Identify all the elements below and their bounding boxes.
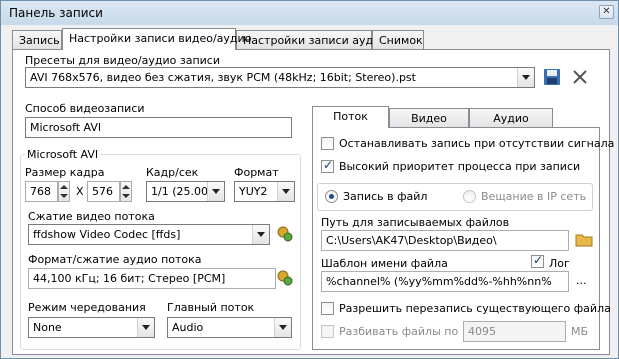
allow-overwrite-checkbox[interactable]: [321, 302, 334, 315]
audio-compression-label: Формат/сжатие аудио потока: [28, 253, 202, 266]
stop-on-no-signal-label: Останавливать запись при отсутствии сигн…: [339, 137, 615, 150]
split-size-value: 4095: [468, 325, 496, 338]
master-stream-label: Главный поток: [167, 301, 255, 314]
chevron-down-icon: [137, 318, 154, 337]
window-title: Панель записи: [9, 6, 103, 20]
subtab-audio[interactable]: Аудио: [469, 108, 553, 128]
format-value: YUY2: [239, 185, 268, 198]
frame-size-label: Размер кадра: [25, 166, 105, 179]
chevron-down-icon: [274, 318, 291, 337]
method-label: Способ видеозаписи: [25, 102, 145, 115]
split-files-label: Разбивать файлы по: [339, 325, 459, 338]
fps-label: Кадр/сек: [146, 166, 199, 179]
floppy-disk-icon: [544, 69, 560, 85]
tab-audio-settings[interactable]: Настройки записи аудио: [236, 30, 387, 50]
record-to-file-radio[interactable]: [325, 190, 338, 203]
close-icon: [573, 70, 587, 84]
interleave-select[interactable]: None: [28, 317, 155, 338]
broadcast-ip-label: Вещание в IP сеть: [481, 190, 587, 203]
log-checkbox[interactable]: [531, 253, 544, 268]
chevron-down-icon: [517, 68, 534, 87]
log-label: Лог: [549, 257, 570, 270]
template-options-button[interactable]: ...: [576, 274, 587, 287]
template-value: %channel% (%yy%mm%dd%-%hh%nn%: [326, 275, 552, 288]
interleave-value: None: [33, 321, 62, 334]
tab-snapshot[interactable]: Снимок: [372, 30, 424, 50]
interleave-label: Режим чередования: [28, 301, 146, 314]
frame-height-value: 576: [92, 185, 113, 198]
tab-record[interactable]: Запись: [12, 30, 62, 50]
frame-height-input[interactable]: 576: [87, 181, 120, 202]
video-codec-settings-button[interactable]: [276, 225, 294, 243]
save-preset-button[interactable]: [543, 68, 561, 86]
master-stream-select[interactable]: Audio: [167, 317, 292, 338]
tab-video-audio-settings[interactable]: Настройки записи видео/аудио: [62, 28, 251, 50]
record-panel-window: Панель записи ✕ Запись Настройки записи …: [0, 0, 619, 359]
settings-panel: Пресеты для видео/аудио записи AVI 768x5…: [12, 49, 614, 355]
broadcast-ip-radio[interactable]: [463, 190, 476, 203]
path-value: C:\Users\AK47\Desktop\Видео\: [326, 234, 497, 247]
chevron-down-icon: [252, 225, 269, 244]
browse-folder-button[interactable]: [575, 232, 593, 248]
subtab-video[interactable]: Видео: [389, 108, 469, 128]
subtab-stream[interactable]: Поток: [312, 106, 389, 128]
split-size-input[interactable]: 4095: [463, 321, 566, 342]
video-compression-value: ffdshow Video Codec [ffds]: [33, 228, 181, 241]
format-label: Формат: [234, 166, 279, 179]
stop-on-no-signal-checkbox[interactable]: [321, 137, 334, 150]
delete-preset-button[interactable]: [571, 68, 589, 86]
frame-height-spinner[interactable]: [120, 181, 132, 202]
format-select[interactable]: YUY2: [234, 181, 295, 202]
stream-panel: Останавливать запись при отсутствии сигн…: [312, 127, 614, 350]
chevron-down-icon: [207, 182, 224, 201]
titlebar: Панель записи ✕: [1, 1, 618, 25]
close-button[interactable]: ✕: [599, 5, 614, 19]
template-input[interactable]: %channel% (%yy%mm%dd%-%hh%nn%: [321, 271, 569, 292]
frame-width-input[interactable]: 768: [25, 181, 58, 202]
gears-icon: [277, 226, 293, 242]
presets-select[interactable]: AVI 768x576, видео без сжатия, звук PCM …: [25, 67, 535, 88]
method-value: Microsoft AVI: [30, 121, 102, 134]
gears-icon: [277, 270, 293, 286]
chevron-down-icon: [277, 182, 294, 201]
audio-codec-settings-button[interactable]: [276, 269, 294, 287]
presets-value: AVI 768x576, видео без сжатия, звук PCM …: [30, 71, 416, 84]
frame-width-spinner[interactable]: [58, 181, 70, 202]
high-priority-checkbox[interactable]: [321, 158, 334, 173]
fps-select[interactable]: 1/1 (25.00): [146, 181, 225, 202]
video-compression-label: Сжатие видео потока: [28, 210, 155, 223]
split-unit-label: МБ: [571, 325, 589, 338]
audio-compression-field[interactable]: 44,100 кГц; 16 бит; Стерео [PCM]: [28, 268, 276, 289]
split-files-checkbox[interactable]: [321, 325, 334, 338]
master-stream-value: Audio: [172, 321, 204, 334]
path-label: Путь для записываемых файлов: [321, 216, 510, 229]
template-label: Шаблон имени файла: [321, 257, 448, 270]
record-to-file-label: Запись в файл: [343, 190, 428, 203]
path-input[interactable]: C:\Users\AK47\Desktop\Видео\: [321, 230, 569, 251]
high-priority-label: Высокий приоритет процесса при записи: [339, 160, 581, 173]
presets-label: Пресеты для видео/аудио записи: [25, 54, 220, 67]
frame-size-separator: X: [76, 185, 84, 198]
video-compression-select[interactable]: ffdshow Video Codec [ffds]: [28, 224, 270, 245]
method-select[interactable]: Microsoft AVI: [25, 117, 292, 138]
folder-icon: [575, 234, 593, 247]
allow-overwrite-label: Разрешить перезапись существующего файла: [339, 302, 611, 315]
fps-value: 1/1 (25.00): [151, 185, 213, 198]
audio-compression-value: 44,100 кГц; 16 бит; Стерео [PCM]: [33, 272, 226, 285]
close-icon: ✕: [602, 6, 611, 17]
avi-group-title: Microsoft AVI: [25, 148, 101, 161]
frame-width-value: 768: [30, 185, 51, 198]
